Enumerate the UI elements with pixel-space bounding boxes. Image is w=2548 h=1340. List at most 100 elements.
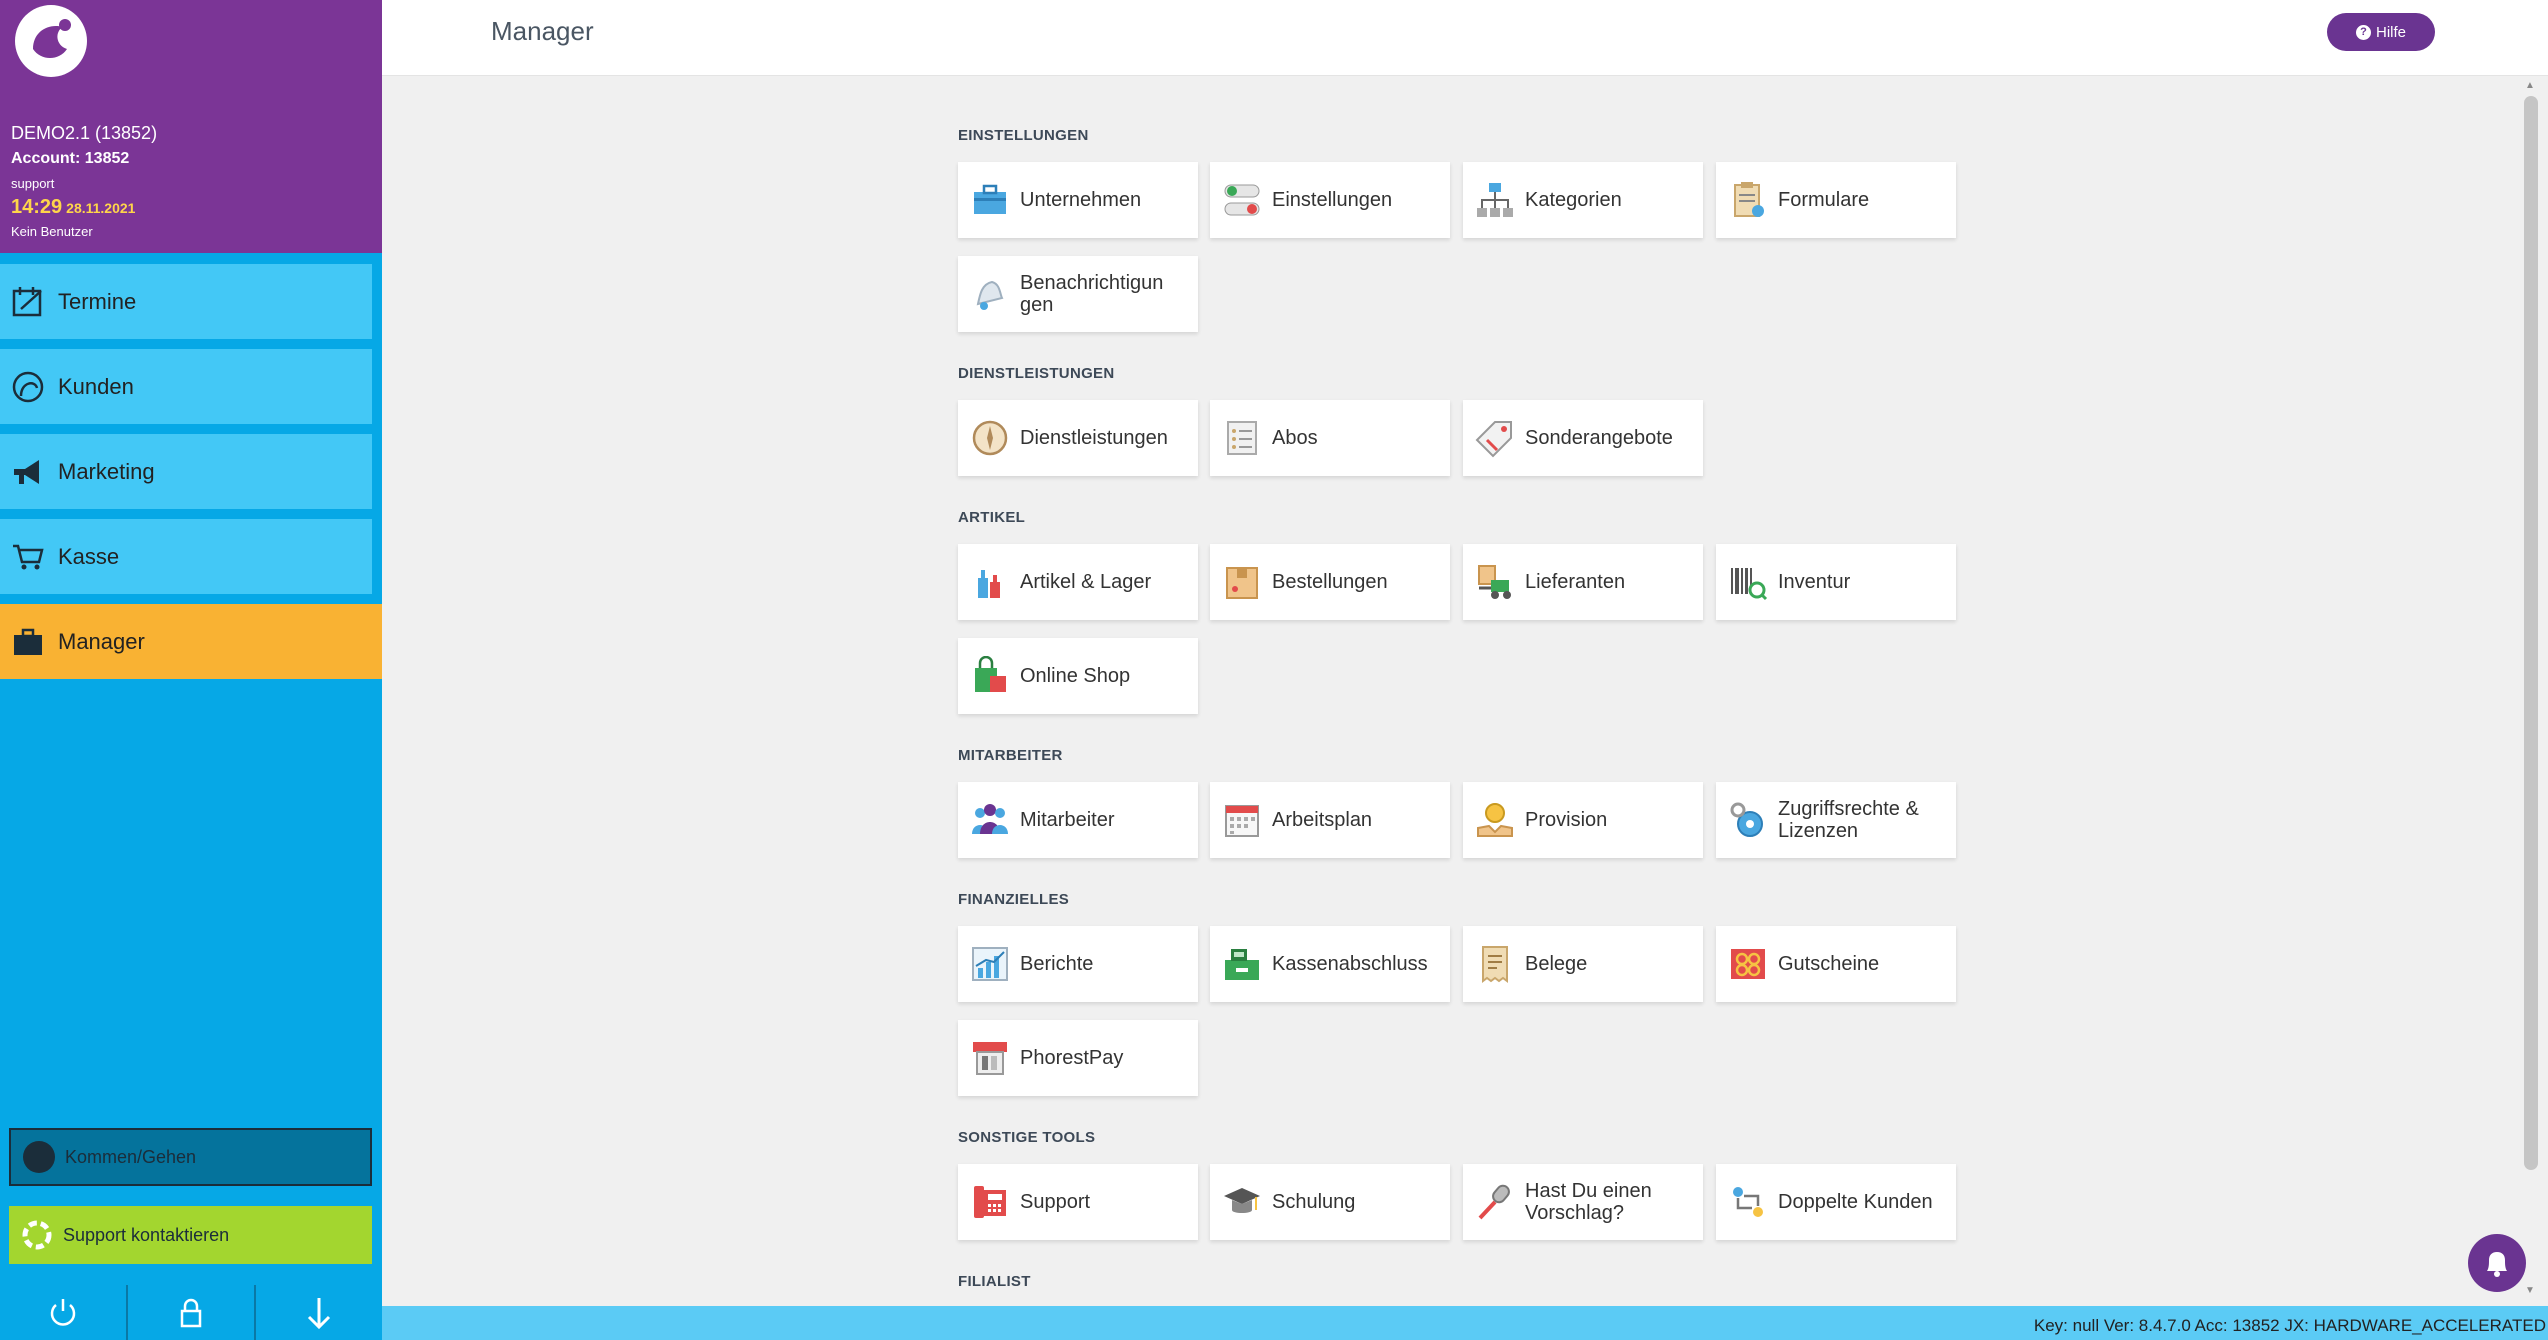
calendar-icon <box>1222 800 1262 840</box>
tile-label: Belege <box>1525 953 1588 975</box>
clock-icon <box>23 1141 55 1173</box>
tile-label: Unternehmen <box>1020 189 1142 211</box>
tile-label: Kassenabschluss <box>1272 953 1428 975</box>
tile-label: Support <box>1020 1191 1091 1213</box>
sidebar: DEMO2.1 (13852) Account: 13852 support 1… <box>0 0 382 1340</box>
sidebar-footer <box>0 1285 382 1340</box>
tile-label: Benachrichtigun gen <box>1020 272 1164 316</box>
download-button[interactable] <box>256 1285 382 1340</box>
tile-bestellungen[interactable]: Bestellungen <box>1210 544 1450 620</box>
nav-label: Manager <box>58 628 145 654</box>
clock-time: 14:29 <box>11 196 63 218</box>
package-icon <box>1222 562 1262 602</box>
logo-icon <box>15 5 87 77</box>
section-title-dienstleistungen: DIENSTLEISTUNGEN <box>958 365 1115 382</box>
customer-icon <box>10 369 46 405</box>
contact-support-button[interactable]: Support kontaktieren <box>9 1206 372 1264</box>
tile-dienstleistungen[interactable]: Dienstleistungen <box>958 400 1198 476</box>
power-icon <box>50 1298 76 1326</box>
account-number: Account: 13852 <box>11 150 130 167</box>
tile-kassenabschluss[interactable]: Kassenabschluss <box>1210 926 1450 1002</box>
question-icon: ? <box>2355 24 2371 40</box>
page-title: Manager <box>491 16 594 46</box>
tile-inventur[interactable]: Inventur <box>1716 544 1956 620</box>
phone-icon <box>970 1182 1010 1222</box>
tile-label: Hast Du einen Vorschlag? <box>1525 1180 1652 1224</box>
scrollbar-thumb[interactable] <box>2524 96 2538 1170</box>
status-text: Key: null Ver: 8.4.7.0 Acc: 13852 JX: HA… <box>2033 1316 2546 1335</box>
tile-mitarbeiter[interactable]: Mitarbeiter <box>958 782 1198 858</box>
section-title-mitarbeiter: MITARBEITER <box>958 747 1063 764</box>
team-icon <box>970 800 1010 840</box>
nav-kunden[interactable]: Kunden <box>0 349 372 424</box>
scroll-up-arrow-icon[interactable]: ▲ <box>2525 80 2535 91</box>
hierarchy-icon <box>1475 180 1515 220</box>
tile-label: Online Shop <box>1020 665 1131 687</box>
kommen-gehen-button[interactable]: Kommen/Gehen <box>9 1128 372 1186</box>
card-terminal-icon <box>970 1038 1010 1078</box>
tile-sonderangebote[interactable]: Sonderangebote <box>1463 400 1703 476</box>
megaphone-icon <box>10 454 46 490</box>
tile-artikel-lager[interactable]: Artikel & Lager <box>958 544 1198 620</box>
account-user: support <box>11 176 55 191</box>
power-button[interactable] <box>0 1285 128 1340</box>
scroll-down-arrow-icon[interactable]: ▼ <box>2525 1285 2535 1296</box>
header: Manager ? Hilfe <box>382 0 2548 76</box>
tile-label: Zugriffsrechte & Lizenzen <box>1778 798 1919 842</box>
barcode-icon <box>1728 562 1768 602</box>
nav-marketing[interactable]: Marketing <box>0 434 372 509</box>
nav-manager[interactable]: Manager <box>0 604 382 679</box>
tile-unternehmen[interactable]: Unternehmen <box>958 162 1198 238</box>
tile-label: Arbeitsplan <box>1272 809 1373 831</box>
tile-label: Einstellungen <box>1272 189 1393 211</box>
merge-users-icon <box>1728 1182 1768 1222</box>
tile-vorschlag[interactable]: Hast Du einen Vorschlag? <box>1463 1164 1703 1240</box>
tile-provision[interactable]: Provision <box>1463 782 1703 858</box>
nav-kasse[interactable]: Kasse <box>0 519 372 594</box>
arrow-down-icon <box>307 1297 331 1329</box>
tile-label: Gutscheine <box>1778 953 1880 975</box>
bell-icon <box>2487 1252 2507 1277</box>
tile-schulung[interactable]: Schulung <box>1210 1164 1450 1240</box>
key-lock-icon <box>1728 800 1768 840</box>
section-title-einstellungen: EINSTELLUNGEN <box>958 127 1089 144</box>
tile-phorestpay[interactable]: PhorestPay <box>958 1020 1198 1096</box>
tile-label: Schulung <box>1272 1191 1356 1213</box>
tile-label: Doppelte Kunden <box>1778 1191 1933 1213</box>
lock-icon <box>180 1298 202 1327</box>
tile-kategorien[interactable]: Kategorien <box>1463 162 1703 238</box>
section-title-finanzielles: FINANZIELLES <box>958 891 1070 908</box>
nav-termine[interactable]: Termine <box>0 264 372 339</box>
tile-abos[interactable]: Abos <box>1210 400 1450 476</box>
cash-register-icon <box>1222 944 1262 984</box>
lock-button[interactable] <box>128 1285 256 1340</box>
shopping-bag-icon <box>970 655 1010 696</box>
nav-label: Kunden <box>58 373 134 399</box>
tile-support[interactable]: Support <box>958 1164 1198 1240</box>
tile-belege[interactable]: Belege <box>1463 926 1703 1002</box>
tile-label: Artikel & Lager <box>1020 571 1152 593</box>
kommen-gehen-label: Kommen/Gehen <box>65 1146 197 1167</box>
nav-label: Termine <box>58 288 137 314</box>
tile-einstellungen[interactable]: Einstellungen <box>1210 162 1450 238</box>
tile-doppelte-kunden[interactable]: Doppelte Kunden <box>1716 1164 1956 1240</box>
contact-support-label: Support kontaktieren <box>63 1224 230 1245</box>
tile-formulare[interactable]: Formulare <box>1716 162 1956 238</box>
tile-label: Inventur <box>1778 571 1851 593</box>
tile-label: Lieferanten <box>1525 571 1626 593</box>
tile-arbeitsplan[interactable]: Arbeitsplan <box>1210 782 1450 858</box>
tile-lieferanten[interactable]: Lieferanten <box>1463 544 1703 620</box>
tile-benachrichtigungen[interactable]: Benachrichtigun gen <box>958 256 1198 332</box>
price-tag-icon <box>1475 418 1515 458</box>
tile-label: PhorestPay <box>1020 1047 1124 1069</box>
tile-online-shop[interactable]: Online Shop <box>958 638 1198 714</box>
tile-gutscheine[interactable]: Gutscheine <box>1716 926 1956 1002</box>
tile-zugriffsrechte-lizenzen[interactable]: Zugriffsrechte & Lizenzen <box>1716 782 1956 858</box>
tile-berichte[interactable]: Berichte <box>958 926 1198 1002</box>
help-button[interactable]: ? Hilfe <box>2327 13 2435 51</box>
gift-card-icon <box>1728 944 1768 984</box>
section-title-filialist: FILIALIST <box>958 1273 1031 1290</box>
bottles-icon <box>970 562 1010 602</box>
notifications-button[interactable] <box>2468 1234 2526 1292</box>
microphone-icon <box>1475 1182 1515 1222</box>
